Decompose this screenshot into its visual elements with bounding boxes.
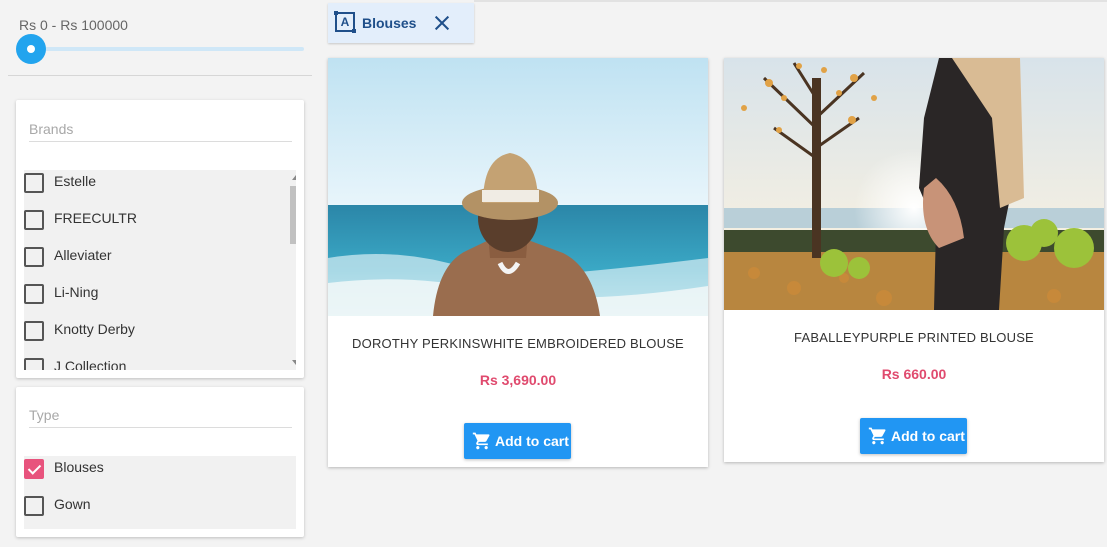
type-item-gown[interactable]: Gown [24, 495, 284, 529]
cart-icon [868, 427, 886, 445]
brand-item-alleviater[interactable]: Alleviater [24, 246, 284, 283]
add-to-cart-button[interactable]: Add to cart [464, 423, 571, 459]
cart-icon [472, 432, 490, 450]
sidebar-divider [8, 75, 312, 76]
brand-item-estelle[interactable]: Estelle [24, 172, 284, 209]
scroll-down-arrow-icon[interactable] [292, 360, 296, 365]
add-to-cart-button[interactable]: Add to cart [860, 418, 967, 454]
type-input-underline [29, 427, 292, 428]
close-icon[interactable] [432, 13, 452, 33]
brand-checkbox[interactable] [24, 247, 44, 267]
brands-input-underline [29, 141, 292, 142]
header-divider [474, 0, 1107, 2]
label-icon: A [334, 11, 356, 33]
add-to-cart-label: Add to cart [495, 433, 569, 449]
brand-label: Li-Ning [54, 284, 99, 300]
price-slider-thumb[interactable] [16, 34, 46, 64]
type-filter-card: Type Blouses Gown [16, 387, 304, 537]
type-checkbox-checked[interactable] [24, 459, 44, 479]
product-title[interactable]: DOROTHY PERKINSWHITE EMBROIDERED BLOUSE [328, 336, 708, 351]
brand-item-knotty-derby[interactable]: Knotty Derby [24, 320, 284, 357]
brand-label: Alleviater [54, 247, 112, 263]
woman-hat-beach-image [328, 58, 708, 316]
type-label: Blouses [54, 459, 104, 475]
brand-checkbox[interactable] [24, 358, 44, 370]
brands-filter-card: Brands Estelle FREECULTR Alleviater Li-N… [16, 100, 304, 378]
product-image[interactable] [724, 58, 1104, 310]
product-image[interactable] [328, 58, 708, 316]
brands-scrollbar[interactable] [289, 170, 296, 370]
brand-checkbox[interactable] [24, 321, 44, 341]
product-price: Rs 3,690.00 [479, 372, 557, 388]
brands-search-input[interactable]: Brands [29, 121, 73, 137]
brands-list[interactable]: Estelle FREECULTR Alleviater Li-Ning Kno… [24, 170, 296, 370]
type-item-blouses[interactable]: Blouses [24, 458, 284, 495]
type-label: Gown [54, 496, 91, 512]
add-to-cart-label: Add to cart [891, 428, 965, 444]
brand-label: Estelle [54, 173, 97, 189]
scrollbar-thumb[interactable] [290, 186, 296, 244]
scroll-up-arrow-icon[interactable] [292, 175, 296, 180]
product-card: DOROTHY PERKINSWHITE EMBROIDERED BLOUSE … [328, 58, 708, 467]
brand-checkbox[interactable] [24, 210, 44, 230]
product-price: Rs 660.00 [881, 366, 947, 382]
type-checkbox[interactable] [24, 496, 44, 516]
active-filter-chip: A Blouses [328, 3, 474, 43]
type-list[interactable]: Blouses Gown [24, 456, 296, 529]
price-slider-track[interactable] [31, 47, 304, 51]
brand-label: FREECULTR [54, 210, 137, 226]
price-range-label: Rs 0 - Rs 100000 [19, 17, 128, 33]
brand-item-freecultr[interactable]: FREECULTR [24, 209, 284, 246]
product-title[interactable]: FABALLEYPURPLE PRINTED BLOUSE [724, 330, 1104, 345]
brand-checkbox[interactable] [24, 173, 44, 193]
brand-item-li-ning[interactable]: Li-Ning [24, 283, 284, 320]
brand-label: J Collection [54, 358, 127, 370]
product-card: FABALLEYPURPLE PRINTED BLOUSE Rs 660.00 … [724, 58, 1104, 462]
brand-checkbox[interactable] [24, 284, 44, 304]
active-filter-label: Blouses [362, 15, 417, 31]
brand-label: Knotty Derby [54, 321, 135, 337]
brand-item-j-collection[interactable]: J Collection [24, 357, 284, 370]
woman-autumn-park-image [724, 58, 1104, 310]
filter-sidebar: Rs 0 - Rs 100000 Brands Estelle FREECULT… [0, 0, 312, 547]
type-search-input[interactable]: Type [29, 407, 59, 423]
